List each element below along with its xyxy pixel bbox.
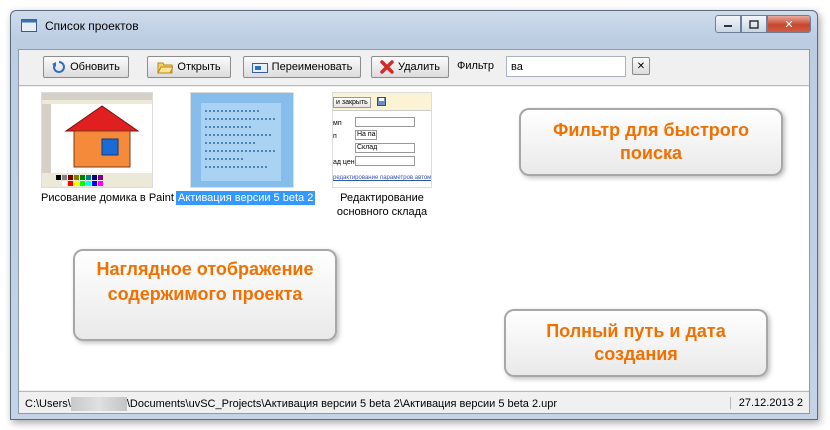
project-list-window: Список проектов ✕ Обновить Открыть Переи…: [10, 10, 818, 420]
delete-label: Удалить: [398, 61, 440, 73]
clear-filter-button[interactable]: ✕: [632, 57, 650, 75]
project-thumbnail-activation[interactable]: [190, 92, 294, 188]
filter-input[interactable]: [506, 56, 626, 77]
thumb-field-4: [355, 156, 415, 166]
project-thumbnails-area[interactable]: Рисование домика в Paint Активация верси…: [19, 87, 809, 390]
client-area: Обновить Открыть Переименовать Удалить Ф…: [18, 49, 810, 414]
thumb-field-3: Склад: [355, 143, 415, 153]
rename-button[interactable]: Переименовать: [243, 56, 361, 78]
refresh-button[interactable]: Обновить: [43, 56, 129, 78]
thumb-row-label-4: ад цен: [333, 159, 355, 166]
callout-display: Наглядное отображение содержимого проект…: [73, 249, 337, 341]
project-thumbnail-house[interactable]: [41, 92, 153, 188]
activation-screen-image: [191, 93, 293, 187]
clear-icon: ✕: [636, 60, 646, 72]
status-path-end: \Documents\uvSC_Projects\Активация верси…: [126, 397, 558, 410]
rename-icon: [251, 62, 268, 73]
callout-display-text: Наглядное отображение содержимого проект…: [96, 259, 314, 304]
close-icon: ✕: [784, 18, 794, 31]
project-caption-3[interactable]: Редактирование основного склада: [329, 191, 435, 219]
close-button[interactable]: ✕: [767, 15, 811, 33]
maximize-icon: [749, 19, 759, 29]
thumb-field-2: На па: [355, 130, 377, 140]
folder-icon: [157, 62, 174, 73]
rename-label: Переименовать: [271, 61, 353, 73]
save-icon: [377, 97, 386, 106]
open-label: Открыть: [177, 61, 221, 73]
delete-icon: [380, 60, 394, 74]
thumb-field-1: [355, 117, 415, 127]
toolbar: Обновить Открыть Переименовать Удалить Ф…: [19, 50, 809, 86]
refresh-icon: [52, 61, 66, 73]
title-bar[interactable]: Список проектов ✕: [11, 11, 817, 41]
refresh-label: Обновить: [70, 61, 120, 73]
callout-path: Полный путь и дата создания: [504, 309, 768, 377]
redacted-username: [70, 397, 127, 411]
thumb-row-label-1: мп: [333, 120, 342, 127]
minimize-button[interactable]: [715, 15, 741, 33]
status-bar: C:\Users\ \Documents\uvSC_Projects\Актива…: [19, 391, 809, 413]
project-caption-1[interactable]: Рисование домика в Paint: [41, 191, 174, 205]
maximize-button[interactable]: [741, 15, 767, 33]
status-path-start: C:\Users\: [25, 397, 71, 410]
project-caption-2[interactable]: Активация версии 5 beta 2: [176, 191, 316, 205]
window-title: Список проектов: [45, 19, 139, 33]
callout-filter: Фильтр для быстрого поиска: [519, 108, 783, 176]
filter-label: Фильтр: [457, 60, 494, 72]
status-path[interactable]: C:\Users\ \Documents\uvSC_Projects\Актива…: [25, 397, 557, 411]
open-button[interactable]: Открыть: [147, 56, 231, 78]
thumb-row-label-2: п: [333, 133, 337, 140]
app-window-icon: [21, 19, 37, 32]
minimize-icon: [724, 25, 732, 27]
status-date: 27.12.2013 2: [729, 397, 803, 409]
thumb-close-button: и закрыть: [333, 97, 371, 108]
house-drawing-image: [42, 93, 152, 187]
callout-filter-text: Фильтр для быстрого поиска: [552, 120, 750, 163]
project-thumbnail-warehouse[interactable]: и закрыть мп п На па Склад ад цен редакт…: [332, 92, 432, 188]
thumb-footer-link: редактирование параметров автом: [333, 175, 432, 181]
callout-path-text: Полный путь и дата создания: [546, 321, 726, 364]
delete-button[interactable]: Удалить: [371, 56, 449, 78]
